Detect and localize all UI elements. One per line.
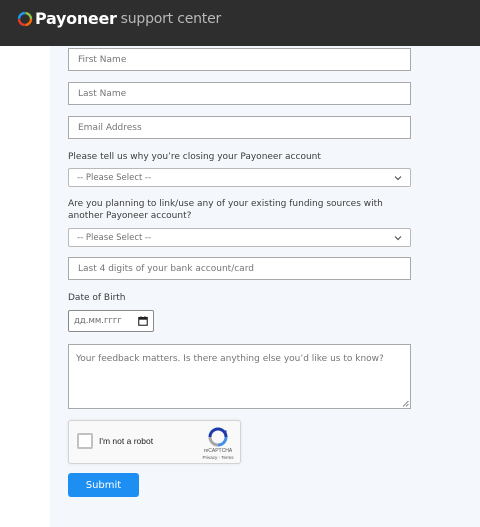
brand-subtitle: support center <box>120 10 222 27</box>
feedback-placeholder: Your feedback matters. Is there anything… <box>76 354 384 364</box>
recaptcha-checkbox[interactable] <box>77 433 93 449</box>
funding-sources-value: -- Please Select -- <box>77 232 152 243</box>
last-name-placeholder: Last Name <box>78 88 127 99</box>
dob-placeholder: дд.мм.гггг <box>74 316 122 326</box>
payoneer-ring-icon <box>17 11 33 26</box>
payoneer-logo[interactable]: Payoneer support center <box>17 9 221 28</box>
chevron-down-icon <box>394 175 402 180</box>
top-bar: Payoneer support center <box>0 0 480 46</box>
brand-name: Payoneer <box>35 9 117 28</box>
email-placeholder: Email Address <box>78 122 142 133</box>
recaptcha-brand: reCAPTCHA <box>203 448 233 454</box>
closing-reason-select[interactable]: -- Please Select -- <box>68 168 411 187</box>
recaptcha-label: I'm not a robot <box>99 436 154 446</box>
bank-digits-input[interactable]: Last 4 digits of your bank account/card <box>68 257 411 280</box>
recaptcha-terms-link[interactable]: Privacy - Terms <box>195 455 241 460</box>
recaptcha-widget: I'm not a robot reCAPTCHA Privacy - Term… <box>68 420 241 464</box>
closing-reason-label: Please tell us why you’re closing your P… <box>68 152 321 162</box>
dob-date-input[interactable]: дд.мм.гггг <box>68 310 154 332</box>
recaptcha-logo-icon <box>208 427 228 447</box>
dob-label: Date of Birth <box>68 293 126 303</box>
bank-digits-placeholder: Last 4 digits of your bank account/card <box>78 263 254 274</box>
chevron-down-icon <box>394 235 402 240</box>
resize-handle-icon[interactable] <box>402 400 409 407</box>
first-name-input[interactable]: First Name <box>68 48 411 71</box>
funding-sources-label: Are you planning to link/use any of your… <box>68 199 383 221</box>
feedback-textarea[interactable]: Your feedback matters. Is there anything… <box>68 344 411 409</box>
funding-sources-select[interactable]: -- Please Select -- <box>68 228 411 247</box>
last-name-input[interactable]: Last Name <box>68 82 411 105</box>
email-input[interactable]: Email Address <box>68 116 411 139</box>
submit-button[interactable]: Submit <box>68 473 139 497</box>
calendar-icon[interactable] <box>138 316 148 326</box>
closing-reason-value: -- Please Select -- <box>77 172 152 183</box>
first-name-placeholder: First Name <box>78 54 127 65</box>
